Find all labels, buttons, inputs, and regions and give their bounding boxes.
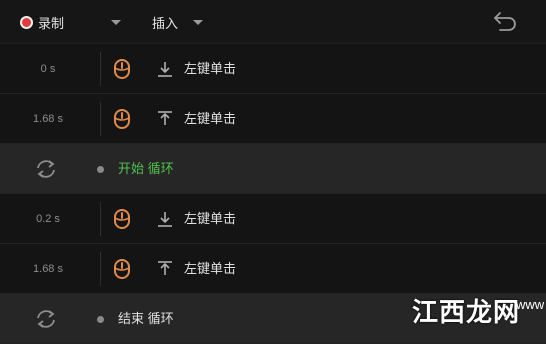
event-action: 左键单击 bbox=[184, 111, 237, 126]
event-time: 0.2 s bbox=[36, 213, 60, 225]
loop-bullet bbox=[97, 316, 104, 323]
event-row[interactable]: 0.2 s 左键单击 bbox=[0, 194, 546, 244]
event-time: 0 s bbox=[40, 63, 56, 75]
key-up-arrow-icon bbox=[156, 110, 174, 128]
row-divider bbox=[100, 52, 101, 86]
record-dropdown-caret-icon[interactable] bbox=[111, 20, 121, 25]
loop-label: 开始 循环 bbox=[118, 161, 174, 176]
loop-label: 结束 循环 bbox=[118, 311, 174, 326]
record-button[interactable]: 录制 bbox=[22, 13, 64, 32]
key-down-arrow-icon bbox=[156, 210, 174, 228]
loop-icon[interactable] bbox=[34, 158, 58, 180]
row-divider bbox=[100, 252, 101, 286]
record-label: 录制 bbox=[38, 16, 65, 31]
row-divider bbox=[100, 102, 101, 136]
loop-bullet bbox=[97, 166, 104, 173]
mouse-icon bbox=[113, 59, 131, 79]
event-action: 左键单击 bbox=[184, 211, 237, 226]
key-up-arrow-icon bbox=[156, 260, 174, 278]
insert-dropdown-caret-icon[interactable] bbox=[193, 20, 203, 25]
event-row[interactable]: 0 s 左键单击 bbox=[0, 44, 546, 94]
event-action: 左键单击 bbox=[184, 61, 237, 76]
undo-icon[interactable] bbox=[492, 8, 520, 34]
insert-button[interactable]: 插入 bbox=[152, 13, 178, 33]
loop-icon[interactable] bbox=[34, 308, 58, 330]
event-action: 左键单击 bbox=[184, 261, 237, 276]
toolbar: 录制 插入 bbox=[0, 0, 546, 44]
event-row[interactable]: 1.68 s 左键单击 bbox=[0, 244, 546, 294]
loop-end-row[interactable]: 结束 循环 bbox=[0, 294, 546, 344]
insert-label: 插入 bbox=[152, 16, 179, 31]
record-dot-icon bbox=[22, 18, 31, 27]
mouse-icon bbox=[113, 259, 131, 279]
event-time: 1.68 s bbox=[33, 263, 63, 275]
event-row[interactable]: 1.68 s 左键单击 bbox=[0, 94, 546, 144]
mouse-icon bbox=[113, 109, 131, 129]
mouse-icon bbox=[113, 209, 131, 229]
loop-start-row[interactable]: 开始 循环 bbox=[0, 144, 546, 194]
event-time: 1.68 s bbox=[33, 113, 63, 125]
key-down-arrow-icon bbox=[156, 60, 174, 78]
row-divider bbox=[100, 202, 101, 236]
